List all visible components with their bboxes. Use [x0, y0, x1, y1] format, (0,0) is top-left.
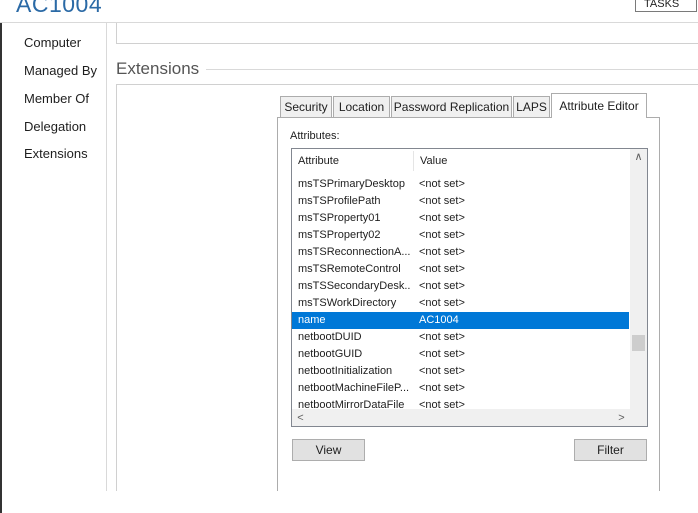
- attribute-value: <not set>: [419, 331, 465, 343]
- tab-password-replication[interactable]: Password Replication: [391, 96, 512, 117]
- attribute-name: netbootMachineFileP...: [298, 382, 410, 394]
- scrollbar-corner: [630, 409, 647, 426]
- attribute-value: <not set>: [419, 246, 465, 258]
- attribute-value: <not set>: [419, 178, 465, 190]
- nav-item-member-of[interactable]: Member Of: [24, 91, 89, 106]
- table-row-selected[interactable]: name AC1004: [292, 312, 629, 329]
- table-row[interactable]: msTSProfilePath <not set>: [292, 193, 629, 210]
- section-divider: [206, 69, 698, 70]
- attribute-name: msTSPrimaryDesktop: [298, 178, 405, 190]
- attribute-value: <not set>: [419, 263, 465, 275]
- table-row[interactable]: msTSSecondaryDesk... <not set>: [292, 278, 629, 295]
- window-title: AC1004: [16, 0, 103, 17]
- tab-laps[interactable]: LAPS: [513, 96, 550, 117]
- attribute-name: msTSProperty01: [298, 212, 381, 224]
- table-row[interactable]: netbootMachineFileP... <not set>: [292, 380, 629, 397]
- attribute-value: <not set>: [419, 280, 465, 292]
- attribute-name: msTSRemoteControl: [298, 263, 401, 275]
- attribute-name: netbootInitialization: [298, 365, 393, 377]
- filter-button[interactable]: Filter: [574, 439, 647, 461]
- nav-item-delegation[interactable]: Delegation: [24, 119, 86, 134]
- table-row[interactable]: netbootGUID <not set>: [292, 346, 629, 363]
- nav-item-extensions[interactable]: Extensions: [24, 146, 88, 161]
- attribute-name: msTSSecondaryDesk...: [298, 280, 410, 292]
- tab-location[interactable]: Location: [333, 96, 390, 117]
- horizontal-scrollbar[interactable]: < >: [292, 409, 631, 426]
- vertical-scroll-thumb[interactable]: [632, 335, 645, 351]
- view-button-label: View: [315, 443, 342, 457]
- column-header-attribute[interactable]: Attribute: [292, 149, 413, 173]
- attribute-value: <not set>: [419, 195, 465, 207]
- table-row[interactable]: netbootDUID <not set>: [292, 329, 629, 346]
- attribute-name: msTSProperty02: [298, 229, 381, 241]
- filter-button-label: Filter: [597, 443, 624, 457]
- attribute-name: msTSProfilePath: [298, 195, 381, 207]
- previous-section-panel: [116, 23, 698, 44]
- attribute-value: <not set>: [419, 212, 465, 224]
- scroll-left-icon[interactable]: <: [292, 410, 309, 426]
- attribute-value: <not set>: [419, 297, 465, 309]
- attribute-value: <not set>: [419, 365, 465, 377]
- nav-item-computer[interactable]: Computer: [24, 35, 81, 50]
- view-button[interactable]: View: [292, 439, 365, 461]
- attribute-value: <not set>: [419, 229, 465, 241]
- table-row[interactable]: msTSPrimaryDesktop <not set>: [292, 176, 629, 193]
- window-edge: [0, 23, 2, 513]
- attribute-value: AC1004: [419, 314, 459, 326]
- tasks-button[interactable]: TASKS: [635, 0, 697, 12]
- attribute-name: msTSWorkDirectory: [298, 297, 397, 309]
- vertical-scrollbar[interactable]: ∧: [630, 149, 647, 409]
- nav-item-managed-by[interactable]: Managed By: [24, 63, 97, 78]
- scroll-up-icon[interactable]: ∧: [630, 149, 647, 165]
- attribute-name: netbootGUID: [298, 348, 363, 360]
- attribute-value: <not set>: [419, 382, 465, 394]
- table-row[interactable]: msTSProperty01 <not set>: [292, 210, 629, 227]
- table-row[interactable]: msTSRemoteControl <not set>: [292, 261, 629, 278]
- table-row[interactable]: msTSWorkDirectory <not set>: [292, 295, 629, 312]
- column-header-value[interactable]: Value: [414, 149, 614, 173]
- scroll-right-icon[interactable]: >: [613, 410, 630, 426]
- tab-security[interactable]: Security: [280, 96, 332, 117]
- attribute-name: name: [298, 314, 326, 326]
- table-row[interactable]: msTSProperty02 <not set>: [292, 227, 629, 244]
- table-row[interactable]: netbootInitialization <not set>: [292, 363, 629, 380]
- attribute-value: <not set>: [419, 348, 465, 360]
- attributes-label: Attributes:: [290, 130, 340, 142]
- table-row[interactable]: msTSReconnectionA... <not set>: [292, 244, 629, 261]
- attribute-name: netbootDUID: [298, 331, 362, 343]
- tab-attribute-editor[interactable]: Attribute Editor: [551, 93, 647, 118]
- section-heading: Extensions: [116, 59, 200, 78]
- attributes-list[interactable]: Attribute Value msTSPrimaryDesktop <not s…: [291, 148, 648, 427]
- attribute-name: msTSReconnectionA...: [298, 246, 410, 258]
- nav-divider: [106, 23, 107, 491]
